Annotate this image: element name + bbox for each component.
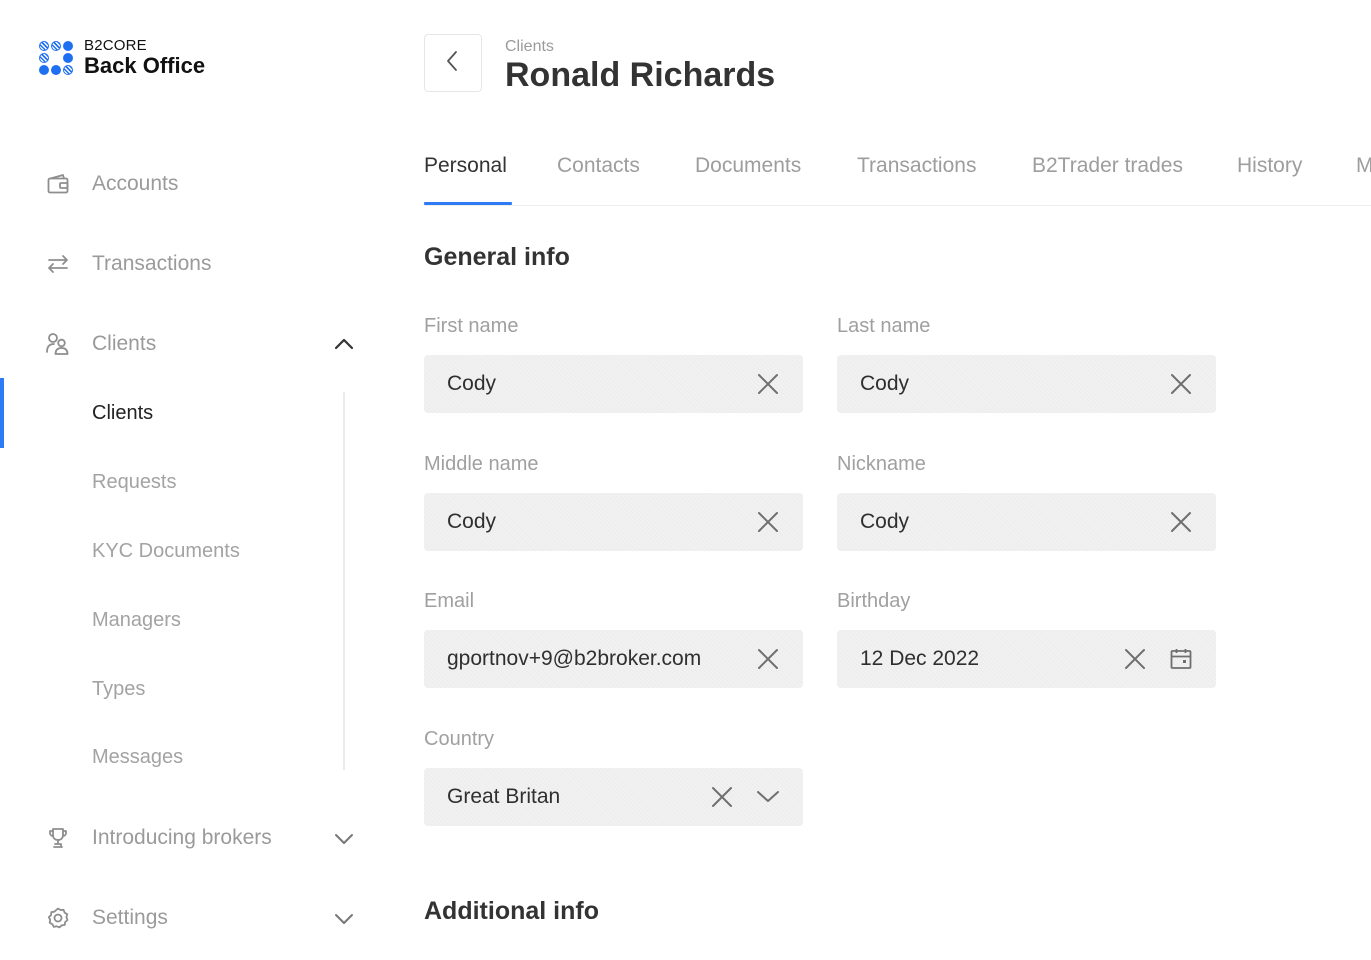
last-name-label: Last name [837,315,931,337]
tab-more-truncated[interactable]: M [1356,154,1371,178]
sidebar-item-label: Accounts [92,172,179,195]
sidebar-subitem-label: KYC Documents [92,539,240,562]
sidebar-subitem-label: Clients [92,401,154,424]
brand-name-top: B2CORE [84,37,147,54]
clear-icon[interactable] [1168,371,1194,397]
chevron-down-icon[interactable] [330,824,358,852]
tab-b2trader-trades[interactable]: B2Trader trades [1032,154,1183,178]
clients-icon [44,330,72,358]
sidebar-item-introducing-brokers[interactable]: Introducing brokers [0,810,380,866]
brand-name-bottom: Back Office [84,53,206,78]
sidebar-subitem-label: Types [92,677,146,700]
page-title: Ronald Richards [505,56,776,94]
chevron-up-icon[interactable] [330,330,358,358]
active-tab-indicator [424,202,512,205]
wallet-icon [44,170,72,198]
sidebar-item-settings[interactable]: Settings [0,890,380,946]
tab-transactions[interactable]: Transactions [857,154,976,178]
sidebar-item-label: Settings [92,906,168,929]
first-name-value: Cody [447,372,497,395]
sidebar-item-label: Transactions [92,252,212,275]
brand-logo[interactable]: B2CORE Back Office [38,38,205,77]
middle-name-field[interactable]: Cody [424,493,803,551]
transfer-arrows-icon [44,250,72,278]
clear-icon[interactable] [1122,646,1148,672]
email-value: gportnov+9@b2broker.com [447,647,702,670]
section-title-additional-info: Additional info [424,897,599,925]
sidebar-subitem-label: Messages [92,745,184,768]
nickname-value: Cody [860,510,910,533]
tab-personal[interactable]: Personal [424,154,507,178]
clear-icon[interactable] [709,784,735,810]
clear-icon[interactable] [1168,509,1194,535]
trophy-icon [44,824,72,852]
sidebar-subitem-kyc-documents[interactable]: KYC Documents [0,526,340,576]
gear-icon [44,904,72,932]
submenu-guide-line [343,392,345,770]
breadcrumb[interactable]: Clients [505,38,554,56]
sidebar-item-clients[interactable]: Clients [0,316,380,372]
nickname-label: Nickname [837,453,926,475]
tab-documents[interactable]: Documents [695,154,801,178]
first-name-label: First name [424,315,519,337]
sidebar-subitem-messages[interactable]: Messages [0,732,340,782]
birthday-field[interactable]: 12 Dec 2022 [837,630,1216,688]
clear-icon[interactable] [755,371,781,397]
middle-name-value: Cody [447,510,497,533]
chevron-left-icon [441,49,465,78]
middle-name-label: Middle name [424,453,539,475]
section-title-general-info: General info [424,243,570,271]
calendar-icon[interactable] [1168,646,1194,672]
sidebar-subitem-label: Requests [92,470,177,493]
country-select[interactable]: Great Britan [424,768,803,826]
b2core-logo-icon [38,40,74,76]
birthday-value: 12 Dec 2022 [860,647,980,670]
sidebar-item-transactions[interactable]: Transactions [0,236,380,292]
clear-icon[interactable] [755,646,781,672]
country-label: Country [424,728,495,750]
chevron-down-icon[interactable] [755,784,781,810]
sidebar-subitem-label: Managers [92,608,181,631]
tab-contacts[interactable]: Contacts [557,154,640,178]
sidebar-item-accounts[interactable]: Accounts [0,156,380,212]
sidebar-subitem-managers[interactable]: Managers [0,595,340,645]
email-label: Email [424,590,475,612]
nickname-field[interactable]: Cody [837,493,1216,551]
sidebar-subitem-types[interactable]: Types [0,664,340,714]
country-value: Great Britan [447,785,561,808]
first-name-field[interactable]: Cody [424,355,803,413]
chevron-down-icon[interactable] [330,904,358,932]
tab-history[interactable]: History [1237,154,1302,178]
back-button[interactable] [424,34,482,92]
last-name-field[interactable]: Cody [837,355,1216,413]
sidebar-subitem-requests[interactable]: Requests [0,457,340,507]
tab-bar: Personal Contacts Documents Transactions… [424,140,1371,206]
clear-icon[interactable] [755,509,781,535]
last-name-value: Cody [860,372,910,395]
sidebar-subitem-clients[interactable]: Clients [0,388,340,438]
birthday-label: Birthday [837,590,911,612]
sidebar-item-label: Clients [92,332,157,355]
sidebar-item-label: Introducing brokers [92,826,272,849]
email-field[interactable]: gportnov+9@b2broker.com [424,630,803,688]
